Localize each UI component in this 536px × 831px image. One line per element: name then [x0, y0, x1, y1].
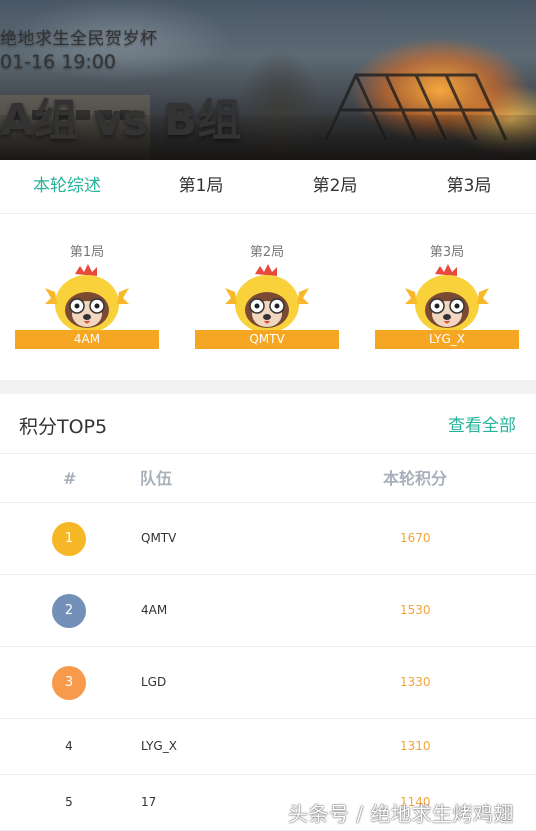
chicken-mascot-icon: [225, 264, 309, 332]
watermark-text: 头条号 / 绝地求生烤鸡翅: [288, 802, 514, 826]
team-name: 17: [141, 795, 157, 809]
round-tabs: 本轮综述 第1局 第2局 第3局: [0, 160, 536, 214]
round-label: 第1局: [69, 245, 105, 260]
chicken-mascot-icon: [405, 264, 489, 332]
team-score: 1310: [400, 739, 431, 753]
table-row[interactable]: 3 LGD 1330: [0, 647, 536, 719]
round-winners: 第1局 4AM 第2局 QMTV 第3局 LYG_X: [0, 214, 536, 380]
table-row[interactable]: 4 LYG_X 1310: [0, 719, 536, 775]
ranking-title: 积分TOP5: [19, 416, 108, 438]
team-name: LGD: [141, 675, 167, 689]
column-header-rank: #: [63, 469, 77, 488]
view-all-link[interactable]: 查看全部: [448, 411, 516, 436]
ranking-table: # 队伍 本轮积分 1 QMTV 1670 2 4AM 1530 3 LGD 1…: [0, 454, 536, 831]
tab-round-2[interactable]: 第2局: [268, 160, 402, 213]
match-time: 01-16 19:00: [0, 51, 117, 73]
round-winner: QMTV: [195, 330, 339, 349]
tab-round-3[interactable]: 第3局: [402, 160, 536, 213]
column-header-score: 本轮积分: [383, 469, 448, 488]
rank-badge: 3: [52, 666, 86, 700]
match-banner: 绝地求生全民贺岁杯 01-16 19:00 A组 vs B组: [0, 0, 536, 160]
rank-number: 5: [65, 795, 73, 809]
round-winner: LYG_X: [375, 330, 519, 349]
ranking-header: 积分TOP5 查看全部: [0, 394, 536, 454]
team-name: 4AM: [141, 603, 168, 617]
rank-number: 4: [65, 739, 73, 753]
team-score: 1330: [400, 675, 431, 689]
team-score: 1670: [400, 531, 431, 545]
table-header: # 队伍 本轮积分: [0, 454, 536, 503]
team-score: 1530: [400, 603, 431, 617]
round-card-2[interactable]: 第2局 QMTV: [195, 244, 339, 354]
match-title: A组 vs B组: [0, 95, 242, 146]
round-label: 第3局: [429, 245, 465, 260]
team-name: LYG_X: [141, 739, 177, 753]
table-row[interactable]: 2 4AM 1530: [0, 575, 536, 647]
rank-badge: 1: [52, 522, 86, 556]
round-winner: 4AM: [15, 330, 159, 349]
event-title: 绝地求生全民贺岁杯: [0, 29, 158, 49]
round-card-1[interactable]: 第1局 4AM: [15, 244, 159, 354]
tab-summary[interactable]: 本轮综述: [0, 160, 134, 213]
chicken-mascot-icon: [45, 264, 129, 332]
round-card-3[interactable]: 第3局 LYG_X: [375, 244, 519, 354]
rank-badge: 2: [52, 594, 86, 628]
team-name: QMTV: [141, 531, 177, 545]
column-header-team: 队伍: [140, 469, 173, 488]
section-divider: [0, 380, 536, 394]
round-label: 第2局: [249, 245, 285, 260]
table-row[interactable]: 1 QMTV 1670: [0, 503, 536, 575]
tab-round-1[interactable]: 第1局: [134, 160, 268, 213]
